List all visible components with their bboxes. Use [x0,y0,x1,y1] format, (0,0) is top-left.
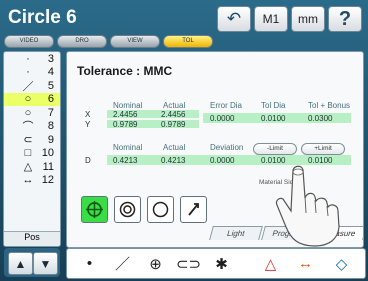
undo-button[interactable]: ↶ [217,6,251,32]
x-actual: 2.4456 [161,110,186,119]
y-label: Y [85,120,91,129]
feature-number: 9 [47,133,54,146]
feature-row[interactable]: · 3 [4,52,60,66]
deviation-header: Deviation [210,143,244,152]
nominal-header-2: Nominal [113,143,143,152]
tol-tab[interactable]: TOL [163,35,213,48]
tol-bonus-value: 0.0300 [308,114,333,123]
d-deviation: 0.0000 [210,156,235,165]
distance-icon: ↔ [22,174,34,187]
tolerance-panel: Tolerance : MMC Nominal Actual Error Dia… [66,51,364,248]
concentric-circles-button[interactable] [114,196,141,223]
slot-tool[interactable]: ⊂⊃ [176,251,201,276]
distance-tool[interactable]: ↔ [293,251,318,276]
measurement-toolbar: • ／ ⊕ ⊂⊃ ✱ △ ↔ ◇ [66,248,366,279]
feature-number: 6 [47,93,54,106]
y-nominal: 0.9789 [113,120,138,129]
top-button-group: ↶ M1 mm ? [217,6,362,32]
feature-number: 7 [47,106,54,119]
arrow-icon [188,203,199,216]
eraser-tool[interactable]: ◇ [329,251,354,276]
triangle-icon: △ [23,161,33,174]
point-icon: · [26,52,30,65]
tolerance-title: Tolerance : MMC [77,64,173,78]
d-actual: 0.4213 [161,156,186,165]
hand-pointer-icon [275,165,340,247]
circle-tool[interactable]: ⊕ [143,251,168,276]
feature-number: 4 [47,66,54,79]
rectangle-icon: □ [24,147,32,160]
feature-number: 5 [47,79,54,92]
concentric-circles-icon [119,201,136,218]
tol-dia-value: 0.0100 [261,114,286,123]
help-button[interactable]: ? [328,6,362,32]
circle-outline-icon [152,201,169,218]
plus-limit-button[interactable]: +Limit [301,143,345,155]
view-tabs: VIDEO DRO VIEW TOL [4,35,263,48]
d-label: D [85,156,91,165]
light-tab[interactable]: Light [209,226,263,240]
mm-button[interactable]: mm [291,6,325,32]
actual-header-2: Actual [163,143,186,152]
tol-dia-header: Tol Dia [261,101,286,110]
arrow-button[interactable] [180,196,207,223]
error-dia-header: Error Dia [210,101,243,110]
feature-row[interactable]: ↔ 12 [4,174,60,188]
feature-number: 10 [41,147,54,160]
circle-icon: ○ [24,93,32,106]
feature-row[interactable]: □ 10 [4,147,60,161]
window-title: Circle 6 [8,7,77,28]
feature-row-selected[interactable]: ○ 6 [4,92,60,106]
dro-tab[interactable]: DRO [57,35,107,48]
slot-icon: ⊂ [23,134,33,147]
line-tool[interactable]: ／ [110,251,135,276]
target-button[interactable] [81,196,108,223]
application-window: Circle 6 ↶ M1 mm ? VIDEO DRO VIEW TOL · 3… [0,0,368,281]
point-icon: · [26,66,30,79]
feature-number: 3 [47,52,54,65]
feature-list: · 3 · 4 ／ 5 ○ 6 ○ 7 ⌒ 8 ⊂ 9 □ 10 △ 11 ↔ 12 Pos [3,51,61,247]
x-nominal: 2.4456 [113,110,138,119]
view-tab[interactable]: VIEW [110,35,160,48]
position-label: Pos [4,231,60,246]
up-arrow-button[interactable]: ▲ [8,252,33,275]
down-arrow-button[interactable]: ▼ [33,252,58,275]
feature-row[interactable]: ／ 5 [4,79,60,93]
y-actual: 0.9789 [161,120,186,129]
x-label: X [85,110,91,119]
blob-tool[interactable]: ✱ [209,251,234,276]
d-nominal: 0.4213 [113,156,138,165]
arc-icon: ⌒ [22,121,34,134]
error-dia-value: 0.0000 [210,114,235,123]
feature-number: 12 [41,174,54,187]
feature-row[interactable]: ⊂ 9 [4,133,60,147]
arrow-controls: ▲ ▼ [4,248,60,277]
minus-limit-button[interactable]: -Limit [253,143,297,155]
target-icon [86,201,103,218]
circle-button[interactable] [147,196,174,223]
feature-row[interactable]: △ 11 [4,160,60,174]
triangle-tool[interactable]: △ [258,251,283,276]
tol-bonus-header: Tol + Bonus [308,101,351,110]
line-icon: ／ [22,80,34,93]
nominal-header: Nominal [113,101,143,110]
circle-icon: ○ [24,106,32,119]
feature-number: 11 [42,160,54,173]
video-tab[interactable]: VIDEO [4,35,54,48]
point-tool[interactable]: • [77,251,102,276]
actual-header: Actual [163,101,186,110]
m1-button[interactable]: M1 [254,6,288,32]
feature-row[interactable]: ⌒ 8 [4,120,60,134]
feature-number: 8 [47,120,54,133]
